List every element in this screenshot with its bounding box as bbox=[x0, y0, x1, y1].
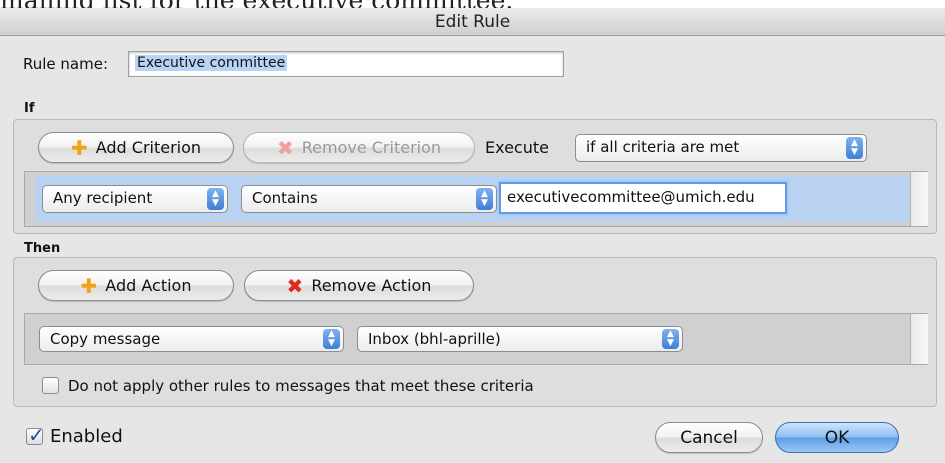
updown-arrows-icon: ▲ ▼ bbox=[662, 329, 679, 349]
if-heading: If bbox=[24, 101, 35, 116]
plus-icon: ✚ bbox=[70, 135, 88, 160]
add-action-button[interactable]: ✚ Add Action bbox=[38, 270, 234, 301]
updown-arrows-icon: ▲ ▼ bbox=[323, 329, 340, 349]
action-target-select[interactable]: Inbox (bhl-aprille) ▲ ▼ bbox=[357, 326, 683, 352]
criteria-list[interactable]: Any recipient ▲ ▼ Contains ▲ ▼ bbox=[24, 171, 928, 227]
remove-criterion-button[interactable]: ✖ Remove Criterion bbox=[243, 132, 475, 163]
remove-action-button[interactable]: ✖ Remove Action bbox=[244, 270, 474, 301]
actions-list[interactable]: Copy message ▲ ▼ Inbox (bhl-aprille) ▲ ▼ bbox=[24, 313, 928, 365]
rule-name-label: Rule name: bbox=[23, 55, 109, 73]
updown-arrows-icon: ▲ ▼ bbox=[207, 188, 224, 210]
criterion-field-select[interactable]: Any recipient ▲ ▼ bbox=[42, 185, 228, 213]
then-actions-group: ✚ Add Action ✖ Remove Action Copy message … bbox=[13, 257, 937, 407]
stop-rules-checkbox[interactable] bbox=[42, 377, 59, 394]
ok-button[interactable]: OK bbox=[775, 422, 899, 453]
criteria-scrollbar[interactable] bbox=[910, 172, 928, 226]
rule-name-value: Executive committee bbox=[135, 55, 288, 71]
execute-select[interactable]: if all criteria are met ▲ ▼ bbox=[575, 134, 867, 162]
rule-name-input[interactable]: Executive committee bbox=[128, 51, 564, 77]
x-icon: ✖ bbox=[286, 273, 304, 298]
plus-icon: ✚ bbox=[80, 273, 98, 298]
checkmark-icon: ✓ bbox=[28, 423, 45, 447]
criterion-operator-select[interactable]: Contains ▲ ▼ bbox=[241, 185, 497, 213]
x-icon: ✖ bbox=[276, 135, 294, 160]
if-criteria-group: ✚ Add Criterion ✖ Remove Criterion Execute… bbox=[13, 119, 937, 234]
then-heading: Then bbox=[24, 241, 61, 256]
window-title: Edit Rule bbox=[0, 8, 945, 36]
add-criterion-button[interactable]: ✚ Add Criterion bbox=[38, 132, 234, 163]
updown-arrows-icon: ▲ ▼ bbox=[846, 137, 863, 159]
action-type-select[interactable]: Copy message ▲ ▼ bbox=[39, 326, 344, 352]
criterion-value-input[interactable]: executivecommittee@umich.edu bbox=[499, 182, 787, 214]
updown-arrows-icon: ▲ ▼ bbox=[476, 188, 493, 210]
execute-label: Execute bbox=[485, 138, 549, 157]
edit-rule-dialog: Edit Rule Rule name: Executive committee… bbox=[0, 8, 945, 463]
enabled-checkbox[interactable]: ✓ bbox=[26, 423, 45, 447]
stop-rules-label: Do not apply other rules to messages tha… bbox=[68, 377, 534, 395]
actions-scrollbar[interactable] bbox=[910, 314, 928, 364]
cancel-button[interactable]: Cancel bbox=[655, 422, 763, 453]
enabled-label: Enabled bbox=[50, 426, 123, 447]
